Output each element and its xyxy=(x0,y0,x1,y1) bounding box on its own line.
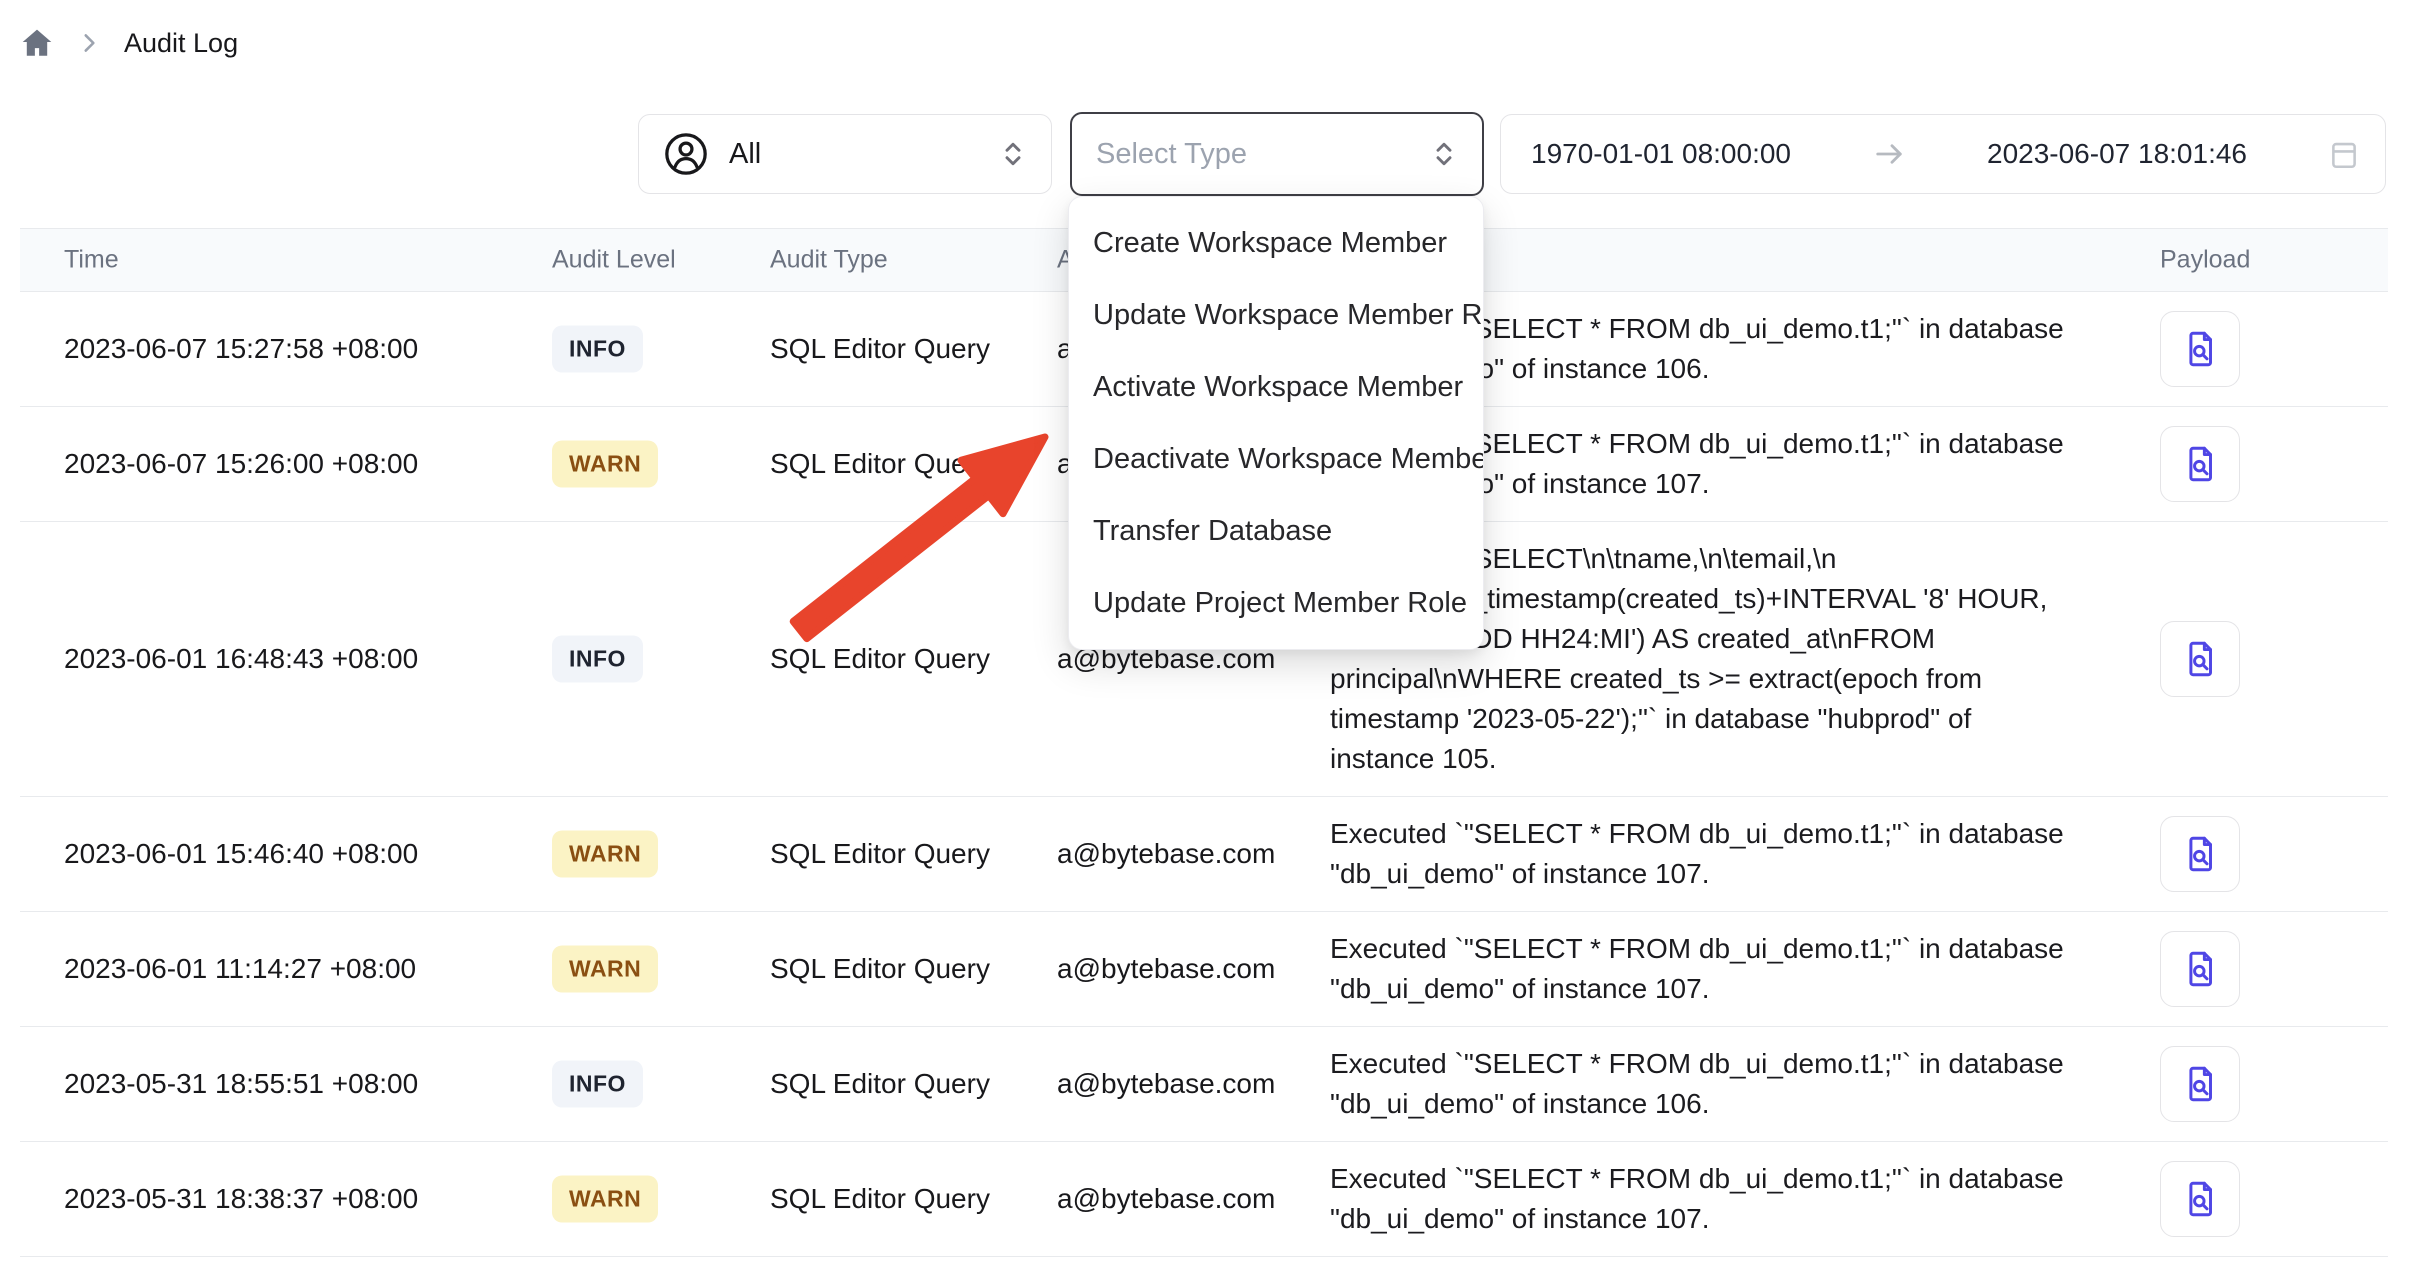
row-actor: a@bytebase.com xyxy=(1057,838,1275,870)
row-comment: Executed `"SELECT * FROM db_ui_demo.t1;"… xyxy=(1330,1027,2100,1141)
row-comment: Executed `"SELECT * FROM db_ui_demo.t1;"… xyxy=(1330,797,2100,911)
payload-view-button[interactable] xyxy=(2160,1161,2240,1237)
payload-view-button[interactable] xyxy=(2160,1046,2240,1122)
row-payload xyxy=(2160,426,2240,502)
column-header-time: Time xyxy=(64,246,119,275)
payload-view-button[interactable] xyxy=(2160,311,2240,387)
row-payload xyxy=(2160,1161,2240,1237)
row-time: 2023-06-01 11:14:27 +08:00 xyxy=(64,953,416,985)
updown-chevrons-icon xyxy=(997,138,1029,170)
row-comment: Executed `"SELECT * FROM db_ui_demo.t1;"… xyxy=(1330,1142,2100,1256)
row-level: INFO xyxy=(552,636,643,683)
payload-document-icon xyxy=(2179,443,2221,485)
row-payload xyxy=(2160,1046,2240,1122)
row-audit-type: SQL Editor Query xyxy=(770,643,990,675)
row-time: 2023-06-01 16:48:43 +08:00 xyxy=(64,643,418,675)
audit-level-badge: WARN xyxy=(552,946,658,993)
row-time: 2023-06-07 15:27:58 +08:00 xyxy=(64,333,418,365)
home-icon[interactable] xyxy=(20,26,54,60)
row-level: WARN xyxy=(552,946,658,993)
chevron-right-icon xyxy=(76,30,102,56)
column-header-type: Audit Type xyxy=(770,246,888,275)
audit-level-badge: WARN xyxy=(552,831,658,878)
date-range-picker[interactable]: 1970-01-01 08:00:00 2023-06-07 18:01:46 xyxy=(1500,114,2386,194)
breadcrumb: Audit Log xyxy=(20,26,238,60)
dropdown-menu-item[interactable]: Transfer Database xyxy=(1069,495,1483,567)
row-level: WARN xyxy=(552,1176,658,1223)
calendar-icon xyxy=(2327,137,2361,171)
payload-document-icon xyxy=(2179,638,2221,680)
row-payload xyxy=(2160,621,2240,697)
arrow-right-icon xyxy=(1871,136,1907,172)
payload-view-button[interactable] xyxy=(2160,816,2240,892)
row-audit-type: SQL Editor Query xyxy=(770,838,990,870)
date-range-start: 1970-01-01 08:00:00 xyxy=(1531,138,1791,170)
payload-view-button[interactable] xyxy=(2160,931,2240,1007)
row-actor: a@bytebase.com xyxy=(1057,1183,1275,1215)
updown-chevrons-icon xyxy=(1428,138,1460,170)
payload-view-button[interactable] xyxy=(2160,621,2240,697)
user-circle-icon xyxy=(663,131,709,177)
actor-filter-select[interactable]: All xyxy=(638,114,1052,194)
dropdown-menu-item[interactable]: Create Workspace Member xyxy=(1069,207,1483,279)
table-row: 2023-05-31 18:38:37 +08:00 WARN SQL Edit… xyxy=(20,1142,2388,1257)
row-time: 2023-05-31 18:55:51 +08:00 xyxy=(64,1068,418,1100)
audit-type-dropdown-menu: Create Workspace Member Update Workspace… xyxy=(1068,196,1484,650)
row-audit-type: SQL Editor Query xyxy=(770,448,990,480)
row-level: INFO xyxy=(552,326,643,373)
row-payload xyxy=(2160,816,2240,892)
table-row: 2023-06-01 15:46:40 +08:00 WARN SQL Edit… xyxy=(20,797,2388,912)
dropdown-menu-item[interactable]: Update Workspace Member Role xyxy=(1069,279,1483,351)
date-range-end: 2023-06-07 18:01:46 xyxy=(1987,138,2247,170)
payload-document-icon xyxy=(2179,948,2221,990)
page-title: Audit Log xyxy=(124,28,238,59)
row-level: INFO xyxy=(552,1061,643,1108)
table-row: 2023-05-31 18:55:51 +08:00 INFO SQL Edit… xyxy=(20,1027,2388,1142)
row-time: 2023-06-01 15:46:40 +08:00 xyxy=(64,838,418,870)
audit-level-badge: WARN xyxy=(552,1176,658,1223)
payload-document-icon xyxy=(2179,328,2221,370)
audit-level-badge: INFO xyxy=(552,1061,643,1108)
row-time: 2023-06-07 15:26:00 +08:00 xyxy=(64,448,418,480)
row-time: 2023-05-31 18:38:37 +08:00 xyxy=(64,1183,418,1215)
audit-level-badge: WARN xyxy=(552,441,658,488)
row-audit-type: SQL Editor Query xyxy=(770,1068,990,1100)
audit-log-page: Audit Log All Select Type 1970-01-01 08:… xyxy=(0,0,2410,1268)
row-level: WARN xyxy=(552,831,658,878)
payload-document-icon xyxy=(2179,1063,2221,1105)
dropdown-menu-item[interactable]: Activate Workspace Member xyxy=(1069,351,1483,423)
type-filter-placeholder: Select Type xyxy=(1096,138,1428,171)
row-comment: Executed `"SELECT * FROM db_ui_demo.t1;"… xyxy=(1330,912,2100,1026)
row-audit-type: SQL Editor Query xyxy=(770,333,990,365)
dropdown-menu-item[interactable]: Update Project Member Role xyxy=(1069,567,1483,639)
dropdown-menu-item[interactable]: Deactivate Workspace Member xyxy=(1069,423,1483,495)
audit-level-badge: INFO xyxy=(552,636,643,683)
audit-level-badge: INFO xyxy=(552,326,643,373)
payload-document-icon xyxy=(2179,1178,2221,1220)
row-payload xyxy=(2160,931,2240,1007)
payload-view-button[interactable] xyxy=(2160,426,2240,502)
row-actor: a@bytebase.com xyxy=(1057,1068,1275,1100)
column-header-level: Audit Level xyxy=(552,246,676,275)
table-row: 2023-06-01 11:14:27 +08:00 WARN SQL Edit… xyxy=(20,912,2388,1027)
row-audit-type: SQL Editor Query xyxy=(770,1183,990,1215)
row-actor: a@bytebase.com xyxy=(1057,953,1275,985)
row-audit-type: SQL Editor Query xyxy=(770,953,990,985)
row-level: WARN xyxy=(552,441,658,488)
column-header-payload: Payload xyxy=(2160,246,2250,275)
actor-filter-value: All xyxy=(729,138,997,171)
audit-type-filter-select[interactable]: Select Type xyxy=(1070,112,1484,196)
payload-document-icon xyxy=(2179,833,2221,875)
row-payload xyxy=(2160,311,2240,387)
